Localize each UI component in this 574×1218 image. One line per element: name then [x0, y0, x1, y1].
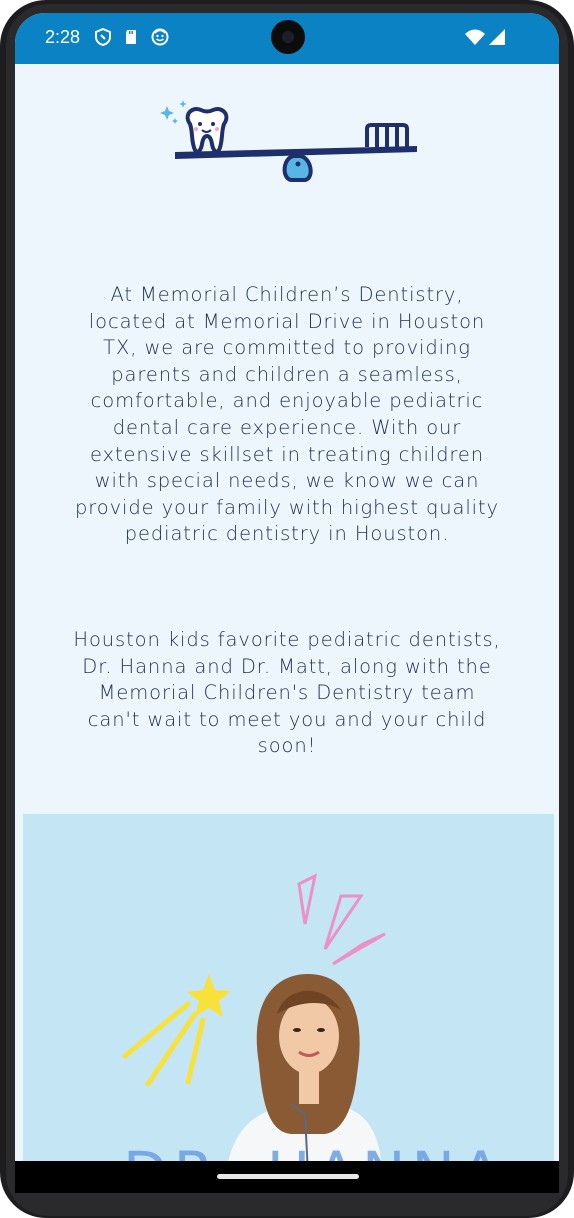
shield-icon: [95, 27, 111, 47]
team-paragraph: Houston kids favorite pediatric dentists…: [73, 628, 501, 758]
tooth-toothbrush-seesaw-logo: [160, 100, 417, 182]
navigation-bar: [15, 1161, 559, 1193]
intro-paragraph: At Memorial Children’s Dentistry, locate…: [75, 283, 499, 546]
screen: 2:28 At Memorial Children’s Dentistry, l…: [15, 13, 559, 1193]
shooting-star-icon: [122, 974, 231, 1087]
doctor-photo: DR. HANNA: [23, 814, 554, 1193]
fulcrum-icon: [282, 154, 313, 182]
status-time: 2:28: [45, 27, 81, 47]
wifi-icon: [465, 29, 485, 45]
sd-card-icon: [126, 30, 136, 44]
face-icon: [151, 28, 169, 46]
toothbrush-bristles-icon: [365, 123, 409, 147]
sparkle-icon: [160, 100, 187, 124]
front-camera: [271, 20, 305, 54]
sparkle-lines-icon: [297, 873, 386, 966]
page-content: At Memorial Children’s Dentistry, locate…: [15, 64, 559, 1193]
status-bar: 2:28: [15, 13, 559, 64]
home-indicator[interactable]: [217, 1174, 359, 1179]
cell-signal-icon: [489, 29, 505, 45]
doctor-photo-illustration: [122, 873, 386, 1193]
tooth-icon: [185, 107, 229, 154]
